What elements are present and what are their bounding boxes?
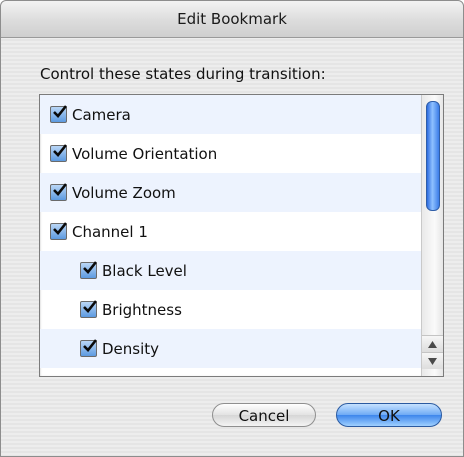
scrollbar-thumb[interactable] (426, 101, 440, 211)
black-level-checkbox[interactable] (80, 261, 98, 279)
list-item-camera[interactable]: Camera (40, 95, 421, 134)
cancel-button[interactable]: Cancel (212, 403, 316, 427)
checkmark-icon (83, 261, 98, 274)
vertical-scrollbar[interactable] (421, 95, 443, 376)
list-item-brightness[interactable]: Brightness (40, 290, 421, 329)
channel-1-checkbox[interactable] (50, 222, 68, 240)
title-bar[interactable]: Edit Bookmark (1, 1, 463, 38)
list-item-density[interactable]: Density (40, 329, 421, 368)
checkmark-icon (83, 339, 98, 352)
camera-label: Camera (72, 106, 131, 124)
checkmark-icon (53, 222, 68, 235)
volume-orientation-checkbox[interactable] (50, 144, 68, 162)
checkmark-icon (53, 183, 68, 196)
brightness-label: Brightness (102, 301, 182, 319)
arrow-up-icon (428, 340, 437, 348)
volume-zoom-checkbox[interactable] (50, 183, 68, 201)
black-level-label: Black Level (102, 262, 187, 280)
checkmark-icon (83, 300, 98, 313)
dialog-title: Edit Bookmark (177, 10, 287, 28)
density-checkbox[interactable] (80, 339, 98, 357)
states-list-rows: Camera Volume Orientation Volume Zoom Ch… (40, 95, 421, 368)
volume-zoom-label: Volume Zoom (72, 184, 176, 202)
states-list: Camera Volume Orientation Volume Zoom Ch… (39, 94, 444, 377)
channel-1-label: Channel 1 (72, 223, 148, 241)
list-item-volume-zoom[interactable]: Volume Zoom (40, 173, 421, 212)
ok-button[interactable]: OK (336, 403, 442, 427)
scroll-down-button[interactable] (422, 352, 443, 369)
list-item-black-level[interactable]: Black Level (40, 251, 421, 290)
density-label: Density (102, 340, 160, 358)
camera-checkbox[interactable] (50, 105, 68, 123)
list-item-volume-orientation[interactable]: Volume Orientation (40, 134, 421, 173)
arrow-down-icon (428, 357, 437, 365)
prompt-label: Control these states during transition: (40, 65, 326, 83)
checkmark-icon (53, 144, 68, 157)
list-item-channel-1[interactable]: Channel 1 (40, 212, 421, 251)
brightness-checkbox[interactable] (80, 300, 98, 318)
scroll-up-button[interactable] (422, 335, 443, 352)
checkmark-icon (53, 105, 68, 118)
edit-bookmark-dialog: Edit Bookmark Control these states durin… (0, 0, 464, 457)
volume-orientation-label: Volume Orientation (72, 145, 218, 163)
